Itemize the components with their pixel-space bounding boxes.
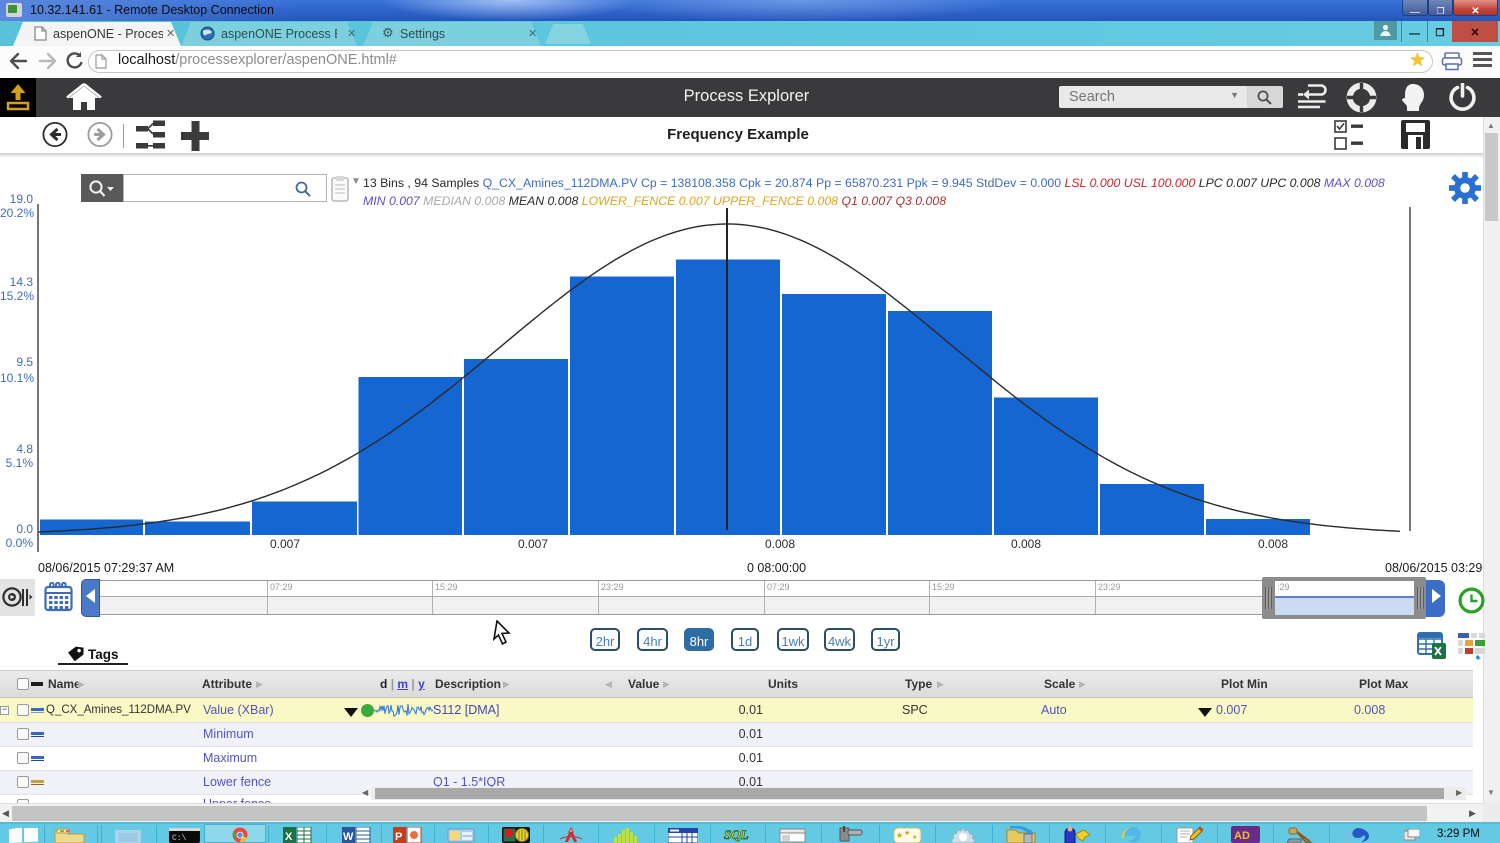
svg-text:X: X	[285, 831, 293, 843]
svg-text:W: W	[343, 831, 354, 843]
svg-text:★: ★	[904, 829, 910, 837]
svg-text:P: P	[395, 831, 402, 843]
svg-text:AD: AD	[1234, 830, 1250, 842]
svg-text:C:\: C:\	[172, 834, 187, 843]
svg-text:★: ★	[896, 831, 903, 840]
svg-text:★: ★	[912, 834, 917, 841]
svg-text:SQL: SQL	[724, 827, 749, 842]
